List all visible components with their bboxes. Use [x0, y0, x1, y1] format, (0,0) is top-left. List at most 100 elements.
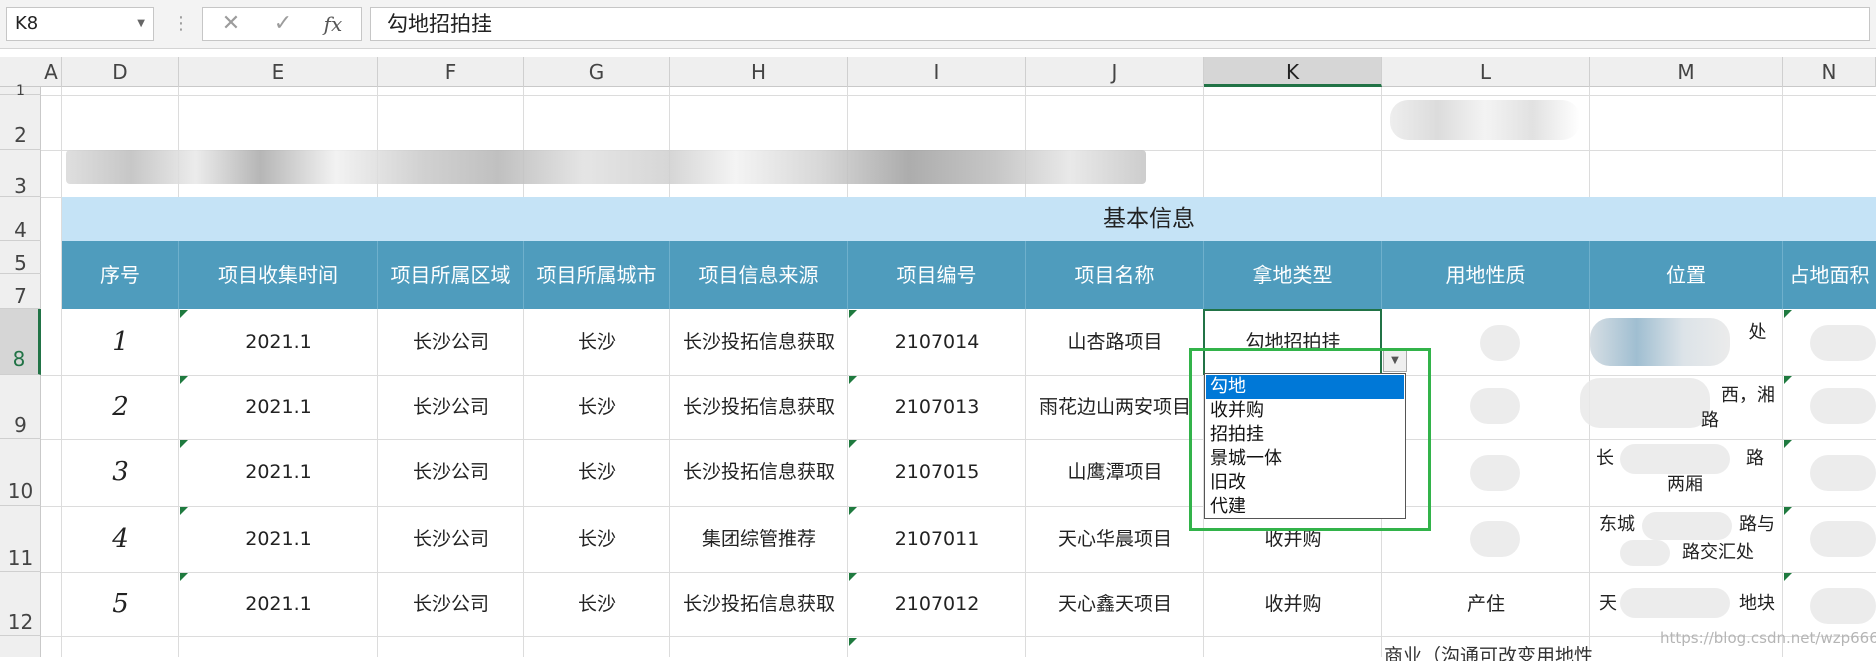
cell-location[interactable]: 路 [1735, 446, 1775, 472]
column-header-h[interactable]: H [670, 57, 848, 87]
column-header-a[interactable]: A [41, 57, 62, 87]
column-header-l[interactable]: L [1382, 57, 1590, 87]
cell-project-code[interactable]: 2107012 [848, 572, 1026, 638]
cell-region[interactable]: 长沙公司 [378, 572, 524, 638]
header-cell[interactable]: 拿地类型 [1204, 241, 1382, 309]
cell-city[interactable]: 长沙 [524, 375, 670, 441]
cell-source[interactable]: 长沙投拓信息获取 [670, 572, 848, 638]
row-header-9[interactable]: 9 [0, 375, 41, 439]
cell-project-code[interactable]: 2107014 [848, 309, 1026, 375]
cell-location[interactable]: 路交汇处 [1668, 540, 1768, 566]
cell-date[interactable]: 2021.1 [179, 572, 378, 638]
cell-date[interactable]: 2021.1 [179, 375, 378, 441]
cell-project-name[interactable]: 雨花边山两安项目 [1026, 375, 1204, 441]
cell-date[interactable]: 2021.1 [179, 506, 378, 572]
cell-location[interactable]: 路 [1690, 408, 1730, 434]
cell-location[interactable]: 路与 [1735, 512, 1779, 538]
cell-project-code[interactable]: 2107015 [848, 439, 1026, 505]
cell-city[interactable]: 长沙 [524, 506, 670, 572]
cell-project-name[interactable]: 山鹰潭项目 [1026, 439, 1204, 505]
note-indicator-icon [849, 376, 857, 384]
row-header-5[interactable]: 5 [0, 241, 41, 275]
redacted-region [1390, 100, 1580, 140]
cell-index[interactable]: 2 [62, 375, 179, 441]
row-header-2[interactable]: 2 [0, 95, 41, 150]
row-header-3[interactable]: 3 [0, 150, 41, 198]
header-cell[interactable]: 项目信息来源 [670, 241, 848, 309]
cell-city[interactable]: 长沙 [524, 309, 670, 375]
redacted-region [1470, 388, 1520, 424]
column-header-j[interactable]: J [1026, 57, 1204, 87]
header-cell[interactable]: 占地面积 [1783, 241, 1876, 309]
name-box-value: K8 [15, 13, 39, 34]
cell-city[interactable]: 长沙 [524, 572, 670, 638]
row-header-4[interactable]: 4 [0, 197, 41, 242]
row-header-8[interactable]: 8 [0, 309, 41, 375]
header-cell[interactable]: 项目所属城市 [524, 241, 670, 309]
column-header-e[interactable]: E [179, 57, 378, 87]
cell-source[interactable]: 集团综管推荐 [670, 506, 848, 572]
redacted-region [1810, 521, 1876, 557]
cell-date[interactable]: 2021.1 [179, 309, 378, 375]
cell-index[interactable]: 1 [62, 309, 179, 375]
cell-location[interactable]: 西，湘 [1712, 382, 1784, 410]
header-cell[interactable]: 用地性质 [1382, 241, 1590, 309]
column-header-i[interactable]: I [848, 57, 1026, 87]
cancel-icon[interactable]: ✕ [211, 8, 251, 42]
enter-icon[interactable]: ✓ [263, 8, 303, 42]
cell-land-use[interactable]: 产住 [1382, 572, 1590, 638]
chevron-down-icon[interactable]: ▼ [137, 8, 145, 40]
name-box[interactable]: K8 ▼ [6, 7, 154, 41]
column-header-m[interactable]: M [1590, 57, 1783, 87]
cell-location[interactable]: 天 [1595, 590, 1621, 618]
cell-project-name[interactable]: 天心鑫天项目 [1026, 572, 1204, 638]
column-header-d[interactable]: D [62, 57, 179, 87]
cell-project-code[interactable]: 2107013 [848, 375, 1026, 441]
cell-city[interactable]: 长沙 [524, 439, 670, 505]
cell-index[interactable]: 5 [62, 572, 179, 638]
redacted-region [1620, 540, 1670, 566]
column-header-f[interactable]: F [378, 57, 524, 87]
column-header-n[interactable]: N [1783, 57, 1876, 87]
cell-project-name[interactable]: 山杏路项目 [1026, 309, 1204, 375]
cell-project-name[interactable]: 天心华晨项目 [1026, 506, 1204, 572]
cell-region[interactable]: 长沙公司 [378, 506, 524, 572]
row-header-11[interactable]: 11 [0, 506, 41, 572]
cell-source[interactable]: 长沙投拓信息获取 [670, 375, 848, 441]
column-header-g[interactable]: G [524, 57, 670, 87]
row-header-10[interactable]: 10 [0, 439, 41, 506]
header-cell[interactable]: 序号 [62, 241, 179, 309]
redacted-region [1642, 512, 1732, 540]
cell-region[interactable]: 长沙公司 [378, 375, 524, 441]
cell-location[interactable]: 两厢 [1655, 472, 1715, 498]
cell-source[interactable]: 长沙投拓信息获取 [670, 309, 848, 375]
row-header-1[interactable]: 1 [0, 84, 41, 98]
cell-index[interactable]: 3 [62, 439, 179, 505]
note-indicator-icon [1784, 507, 1792, 515]
header-cell[interactable]: 项目所属区域 [378, 241, 524, 309]
cell-source[interactable]: 长沙投拓信息获取 [670, 439, 848, 505]
cell-location[interactable]: 长 [1595, 446, 1615, 472]
section-title[interactable]: 基本信息 [242, 197, 1876, 241]
cell-index[interactable]: 4 [62, 506, 179, 572]
cell-region[interactable]: 长沙公司 [378, 309, 524, 375]
column-header-k[interactable]: K [1204, 57, 1382, 87]
cell-land-use[interactable]: 商业（沟通可改变用地性 [1384, 641, 1594, 661]
insert-function-icon[interactable]: fx [313, 8, 353, 42]
formula-input[interactable]: 勾地招拍挂 [370, 7, 1870, 41]
cell-region[interactable]: 长沙公司 [378, 439, 524, 505]
cell-date[interactable]: 2021.1 [179, 439, 378, 505]
row-header-7[interactable]: 7 [0, 274, 41, 309]
header-cell[interactable]: 项目收集时间 [179, 241, 378, 309]
row-header-12[interactable]: 12 [0, 572, 41, 636]
cell-location[interactable]: 处 [1735, 318, 1780, 348]
header-cell[interactable]: 项目编号 [848, 241, 1026, 309]
cell-land-type[interactable]: 收并购 [1204, 572, 1382, 638]
cell-project-code[interactable]: 2107011 [848, 506, 1026, 572]
header-cell[interactable]: 项目名称 [1026, 241, 1204, 309]
note-indicator-icon [1784, 310, 1792, 318]
cell-location[interactable]: 东城 [1595, 512, 1639, 538]
cell-location[interactable]: 地块 [1732, 590, 1782, 618]
formula-buttons: ✕ ✓ fx [202, 7, 362, 41]
header-cell[interactable]: 位置 [1590, 241, 1783, 309]
